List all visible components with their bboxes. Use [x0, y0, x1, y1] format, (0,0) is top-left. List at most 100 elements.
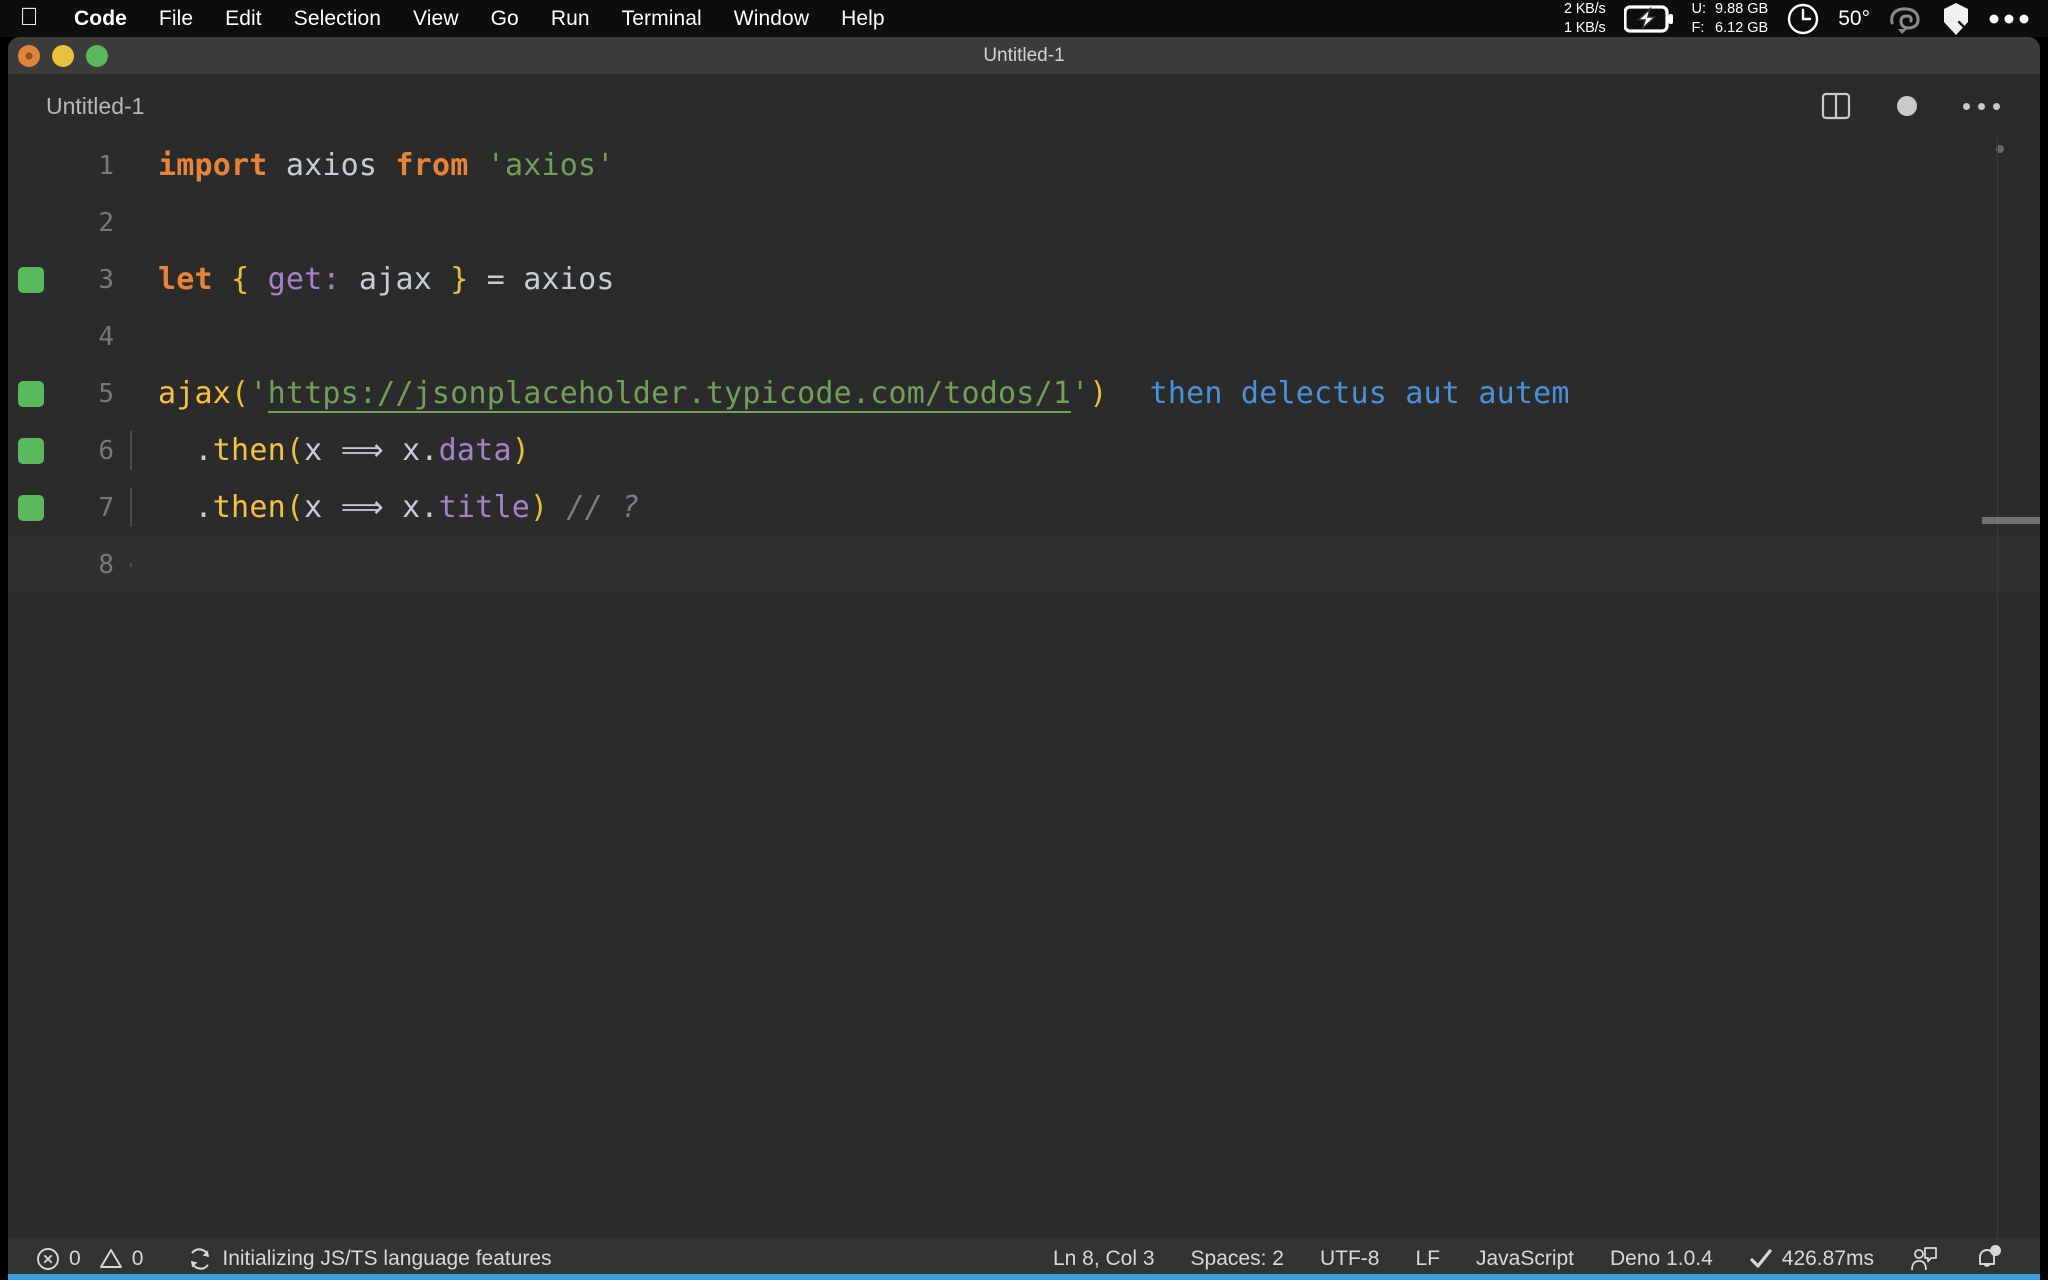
problems-status[interactable]: 0 0: [36, 1247, 161, 1271]
token: ajax: [158, 376, 231, 411]
token: then: [213, 490, 286, 525]
apple-logo-icon[interactable]: : [16, 2, 42, 32]
token: :: [322, 262, 340, 297]
memory-free-label: F:: [1692, 19, 1707, 37]
unsaved-indicator-icon[interactable]: [1897, 96, 1917, 116]
menu-item-run[interactable]: Run: [535, 7, 606, 31]
gutter-glyph-3: [8, 267, 54, 293]
split-editor-icon[interactable]: [1821, 91, 1851, 121]
clock-icon[interactable]: [1786, 2, 1820, 36]
menu-items-container: CodeFileEditSelectionViewGoRunTerminalWi…: [58, 7, 901, 31]
code-line-2[interactable]: 2: [8, 194, 2040, 251]
gutter-glyph-5: [8, 381, 54, 407]
line-number: 4: [54, 322, 130, 352]
token[interactable]: https://jsonplaceholder.typicode.com/tod…: [268, 376, 1072, 413]
memory-free-value: 6.12 GB: [1715, 19, 1768, 37]
token: // ?: [567, 490, 640, 525]
token: data: [439, 433, 512, 468]
coverage-indicator-icon: [18, 495, 44, 521]
code-editor[interactable]: 1import axios from 'axios'23let { get: a…: [8, 137, 2040, 1238]
code-line-7[interactable]: 7 .then(x ⟹ x.title) // ?: [8, 479, 2040, 536]
tab-untitled-1[interactable]: Untitled-1: [8, 75, 170, 137]
token: ⟹: [341, 490, 384, 525]
menu-item-help[interactable]: Help: [825, 7, 901, 31]
code-line-6[interactable]: 6 .then(x ⟹ x.data): [8, 422, 2040, 479]
menu-item-view[interactable]: View: [397, 7, 475, 31]
indentation-status[interactable]: Spaces: 2: [1173, 1247, 1302, 1271]
maximize-button[interactable]: [86, 45, 108, 67]
background-task-status[interactable]: Initializing JS/TS language features: [161, 1246, 569, 1272]
line-content: .then(x ⟹ x.title) // ?: [130, 490, 2040, 525]
coverage-indicator-icon: [18, 381, 44, 407]
network-speed-indicator[interactable]: 2 KB/s 1 KB/s: [1564, 0, 1606, 37]
code-lines-container: 1import axios from 'axios'23let { get: a…: [8, 137, 2040, 593]
coverage-indicator-icon: [18, 267, 44, 293]
token: from: [395, 148, 468, 183]
timing-status[interactable]: 426.87ms: [1731, 1247, 1892, 1271]
token: (: [286, 433, 304, 468]
editor-right-border: [1997, 137, 1998, 1238]
menu-item-edit[interactable]: Edit: [209, 7, 278, 31]
line-content: let { get: ajax } = axios: [130, 262, 2040, 297]
network-upload-rate: 1 KB/s: [1564, 19, 1606, 37]
macos-menu-bar:  CodeFileEditSelectionViewGoRunTerminal…: [0, 0, 2048, 37]
temperature-indicator[interactable]: 50°: [1838, 7, 1870, 31]
menu-item-selection[interactable]: Selection: [278, 7, 397, 31]
notifications-button[interactable]: [1956, 1246, 2018, 1272]
bell-icon: [1974, 1246, 2000, 1272]
cursor-position-status[interactable]: Ln 8, Col 3: [1035, 1247, 1173, 1271]
menu-item-go[interactable]: Go: [475, 7, 535, 31]
token: ': [1071, 376, 1089, 411]
line-number: 6: [54, 436, 130, 466]
memory-indicator[interactable]: U: F: 9.88 GB 6.12 GB: [1692, 0, 1769, 37]
menu-item-terminal[interactable]: Terminal: [606, 7, 718, 31]
memory-used-label: U:: [1692, 0, 1707, 18]
token: ): [1089, 376, 1107, 411]
token: [213, 262, 231, 297]
token: [268, 148, 286, 183]
timing-value: 426.87ms: [1782, 1247, 1874, 1271]
horizontal-scrollbar[interactable]: [1982, 517, 2040, 524]
encoding-status[interactable]: UTF-8: [1302, 1247, 1398, 1271]
check-icon: [1749, 1248, 1773, 1270]
code-line-1[interactable]: 1import axios from 'axios': [8, 137, 2040, 194]
line-content: .then(x ⟹ x.data): [130, 433, 2040, 468]
warning-triangle-icon: [99, 1247, 123, 1271]
code-line-5[interactable]: 5ajax('https://jsonplaceholder.typicode.…: [8, 365, 2040, 422]
feedback-button[interactable]: [1892, 1246, 1956, 1272]
network-download-rate: 2 KB/s: [1564, 0, 1606, 18]
token: [249, 262, 267, 297]
token: {: [231, 262, 249, 297]
battery-charging-icon[interactable]: [1624, 5, 1674, 33]
menu-bar-items:  CodeFileEditSelectionViewGoRunTerminal…: [0, 5, 901, 32]
menu-item-code[interactable]: Code: [58, 7, 143, 31]
code-line-8[interactable]: 8: [8, 536, 2040, 593]
more-actions-icon[interactable]: [1963, 103, 2000, 110]
ellipsis-icon[interactable]: [1988, 12, 2030, 26]
warning-count: 0: [132, 1247, 144, 1271]
task-text: Initializing JS/TS language features: [222, 1247, 551, 1271]
minimize-button[interactable]: [52, 45, 74, 67]
token: title: [439, 490, 530, 525]
menu-item-file[interactable]: File: [143, 7, 209, 31]
token: axios: [286, 148, 377, 183]
shield-icon[interactable]: [1942, 2, 1970, 36]
menu-item-window[interactable]: Window: [718, 7, 825, 31]
editor-actions: [1821, 91, 2040, 121]
language-mode-status[interactable]: JavaScript: [1458, 1247, 1592, 1271]
token: x: [304, 490, 341, 525]
gutter-glyph-6: [8, 438, 54, 464]
token: let: [158, 262, 213, 297]
runtime-status[interactable]: Deno 1.0.4: [1592, 1247, 1731, 1271]
token: = axios: [469, 262, 615, 297]
status-bar: 0 0 Initializing JS/TS language features…: [8, 1238, 2040, 1280]
token: x: [304, 433, 341, 468]
window-title-bar: Untitled-1: [8, 37, 2040, 75]
eol-status[interactable]: LF: [1397, 1247, 1458, 1271]
token: [548, 490, 566, 525]
spiral-icon[interactable]: [1888, 3, 1924, 35]
vscode-window: Untitled-1 Untitled-1 1import axios from…: [8, 37, 2040, 1280]
code-line-3[interactable]: 3let { get: ajax } = axios: [8, 251, 2040, 308]
close-button[interactable]: [18, 45, 40, 67]
code-line-4[interactable]: 4: [8, 308, 2040, 365]
